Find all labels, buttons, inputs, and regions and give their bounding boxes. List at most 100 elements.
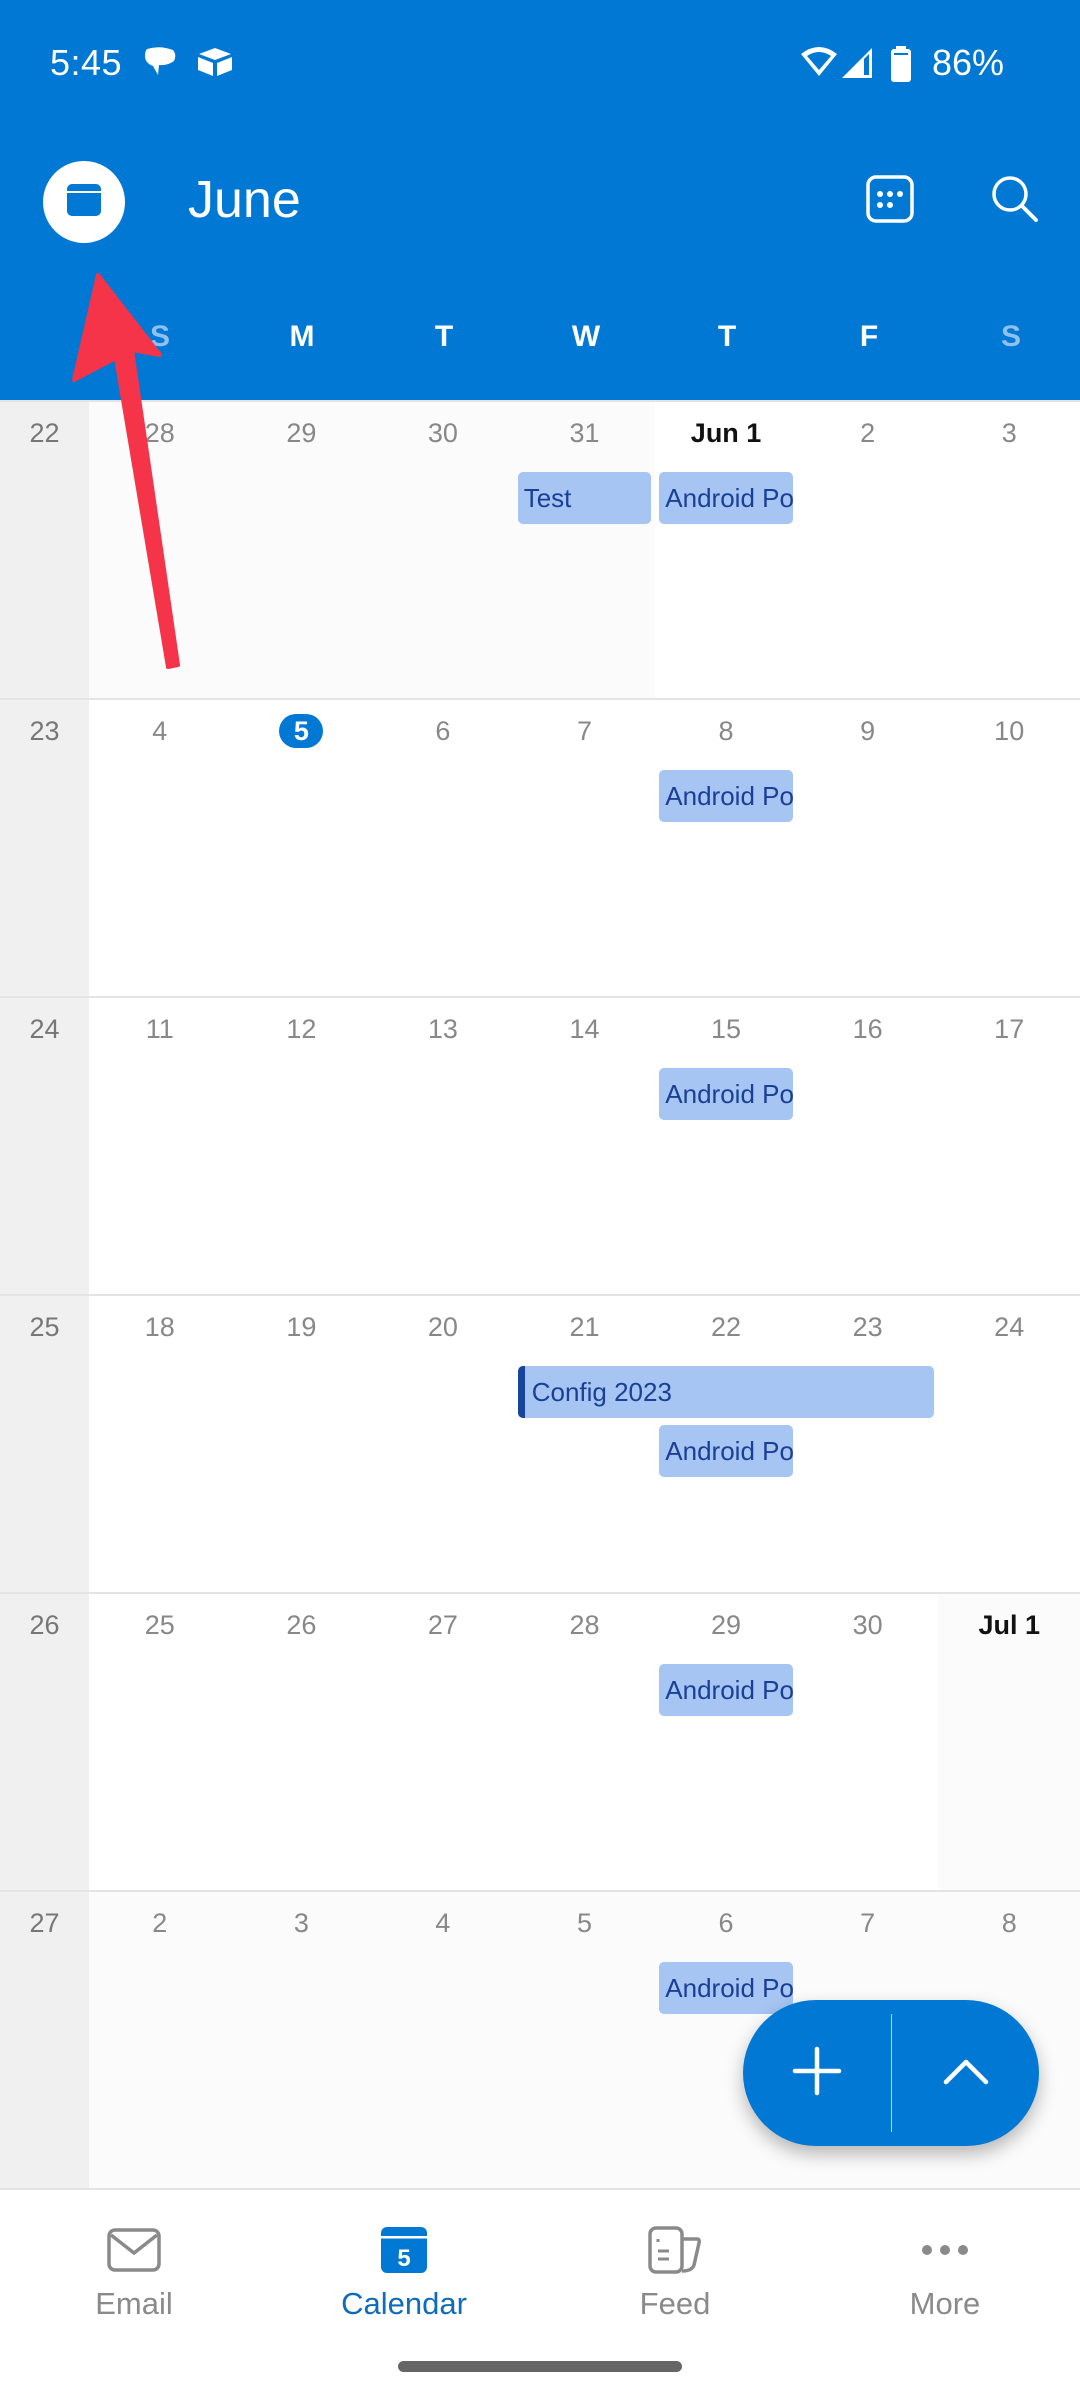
day-picker-button[interactable] [855, 166, 925, 236]
week-row: 26 25 26 27 28 29 30 Jul 1 [0, 1592, 1080, 1890]
chat-bubble-icon [143, 46, 177, 83]
calendar-account-button[interactable] [43, 161, 125, 243]
day-cell[interactable]: 29 [230, 402, 373, 698]
day-number: 21 [569, 1312, 600, 1342]
day-cell[interactable]: 12 [231, 998, 373, 1294]
month-grid: 22 28 29 30 31 Jun 1 2 3 23 4 5 6 7 8 9 10 24 11 12 13 14 15 1… [0, 400, 1080, 2190]
header: 5:45 86% June S M T W T F S [0, 0, 1080, 400]
day-cell[interactable]: 4 [89, 700, 231, 996]
calendar-icon: 5 [304, 2220, 504, 2280]
weekday-label: S [1000, 320, 1021, 353]
calendar-event[interactable]: Android Po [659, 770, 793, 822]
day-cell[interactable]: 5 [513, 1892, 656, 2188]
week-number-column: 23 [0, 700, 89, 996]
day-cell[interactable]: 26 [231, 1594, 373, 1890]
day-number: 17 [994, 1014, 1025, 1044]
day-number: 18 [144, 1312, 175, 1342]
day-cell[interactable]: 10 [938, 700, 1080, 996]
search-button[interactable] [980, 166, 1050, 236]
day-cell-today[interactable]: 5 [231, 700, 373, 996]
floating-action-button [743, 2000, 1039, 2146]
day-number: 24 [994, 1312, 1025, 1342]
day-cell[interactable]: 30 [372, 402, 514, 698]
calendar-event[interactable]: Android Po [659, 472, 793, 524]
week-number-column: 24 [0, 998, 89, 1294]
day-number: 26 [286, 1610, 317, 1640]
calendar-event[interactable]: Android Po [659, 1068, 793, 1120]
day-cell[interactable]: 2 [797, 402, 939, 698]
home-indicator[interactable] [398, 2361, 682, 2372]
day-number: 31 [569, 418, 600, 448]
day-cell[interactable]: Jul 1 [938, 1594, 1080, 1890]
feed-icon [575, 2220, 775, 2280]
nav-feed[interactable]: Feed [575, 2220, 775, 2322]
mail-icon [34, 2220, 234, 2280]
day-number: 29 [711, 1610, 742, 1640]
day-number: 12 [286, 1014, 317, 1044]
day-cell[interactable]: 27 [372, 1594, 514, 1890]
day-cell[interactable]: 30 [797, 1594, 939, 1890]
day-cell[interactable]: 8 [655, 700, 797, 996]
day-number: 2 [152, 1908, 168, 1938]
day-cell[interactable]: 6 [372, 700, 514, 996]
week-number: 22 [29, 418, 60, 448]
day-cell[interactable]: 13 [372, 998, 514, 1294]
week-number-column: 27 [0, 1892, 89, 2188]
nav-more[interactable]: More [845, 2220, 1045, 2322]
day-cell[interactable]: 4 [372, 1892, 514, 2188]
nav-email[interactable]: Email [34, 2220, 234, 2322]
status-bar: 5:45 86% [0, 0, 1080, 130]
week-row: 23 4 5 6 7 8 9 10 [0, 698, 1080, 996]
nav-more-label: More [909, 2286, 981, 2321]
month-title[interactable]: June [188, 170, 301, 230]
signal-icon [840, 46, 874, 85]
day-cell[interactable]: 11 [89, 998, 231, 1294]
week-number: 25 [29, 1312, 60, 1342]
calendar-event[interactable]: Android Po [659, 1425, 793, 1477]
day-number: 25 [144, 1610, 175, 1640]
day-cell[interactable]: 29 [655, 1594, 797, 1890]
app-bar: June [0, 130, 1080, 270]
new-event-button[interactable] [743, 2000, 891, 2146]
calendar-event[interactable]: Test [517, 472, 652, 524]
week-number: 26 [29, 1610, 60, 1640]
day-cell[interactable]: 25 [89, 1594, 231, 1890]
day-cell[interactable]: 21 [514, 1296, 656, 1592]
day-cell[interactable]: 23 [797, 1296, 939, 1592]
day-cell[interactable]: 17 [938, 998, 1080, 1294]
day-number: 16 [852, 1014, 883, 1044]
week-number: 27 [29, 1908, 60, 1938]
calendar-event[interactable]: Config 2023 [517, 1366, 935, 1418]
day-picker-icon [865, 174, 915, 229]
day-number: 15 [711, 1014, 742, 1044]
day-cell[interactable]: 16 [797, 998, 939, 1294]
week-number: 23 [29, 716, 60, 746]
weekday-label: T [717, 320, 737, 353]
day-number: 27 [427, 1610, 458, 1640]
day-cell[interactable]: 20 [372, 1296, 514, 1592]
day-number: 8 [718, 716, 734, 746]
day-cell[interactable]: 28 [514, 1594, 656, 1890]
battery-percent: 86% [932, 42, 1005, 83]
day-cell[interactable]: 7 [514, 700, 656, 996]
day-cell[interactable]: 24 [938, 1296, 1080, 1592]
day-cell[interactable]: 3 [230, 1892, 373, 2188]
day-number: 30 [852, 1610, 883, 1640]
day-cell[interactable]: 19 [231, 1296, 373, 1592]
day-cell[interactable]: 28 [89, 402, 231, 698]
calendar-avatar-icon [65, 181, 103, 224]
nav-calendar[interactable]: 5 Calendar [304, 2220, 504, 2322]
day-number: 4 [435, 1908, 451, 1938]
day-cell[interactable]: 2 [89, 1892, 231, 2188]
day-number: 5 [576, 1908, 592, 1938]
calendar-event[interactable]: Android Po [659, 1664, 793, 1716]
day-cell[interactable]: 3 [938, 402, 1080, 698]
week-row: 22 28 29 30 31 Jun 1 2 3 [0, 400, 1080, 698]
expand-up-button[interactable] [892, 2000, 1039, 2146]
day-cell[interactable]: 18 [89, 1296, 231, 1592]
day-cell[interactable]: 14 [514, 998, 656, 1294]
day-cell[interactable]: 15 [655, 998, 797, 1294]
day-cell[interactable]: Jun 1 [655, 402, 797, 698]
day-cell[interactable]: 31 [513, 402, 656, 698]
day-cell[interactable]: 9 [797, 700, 939, 996]
